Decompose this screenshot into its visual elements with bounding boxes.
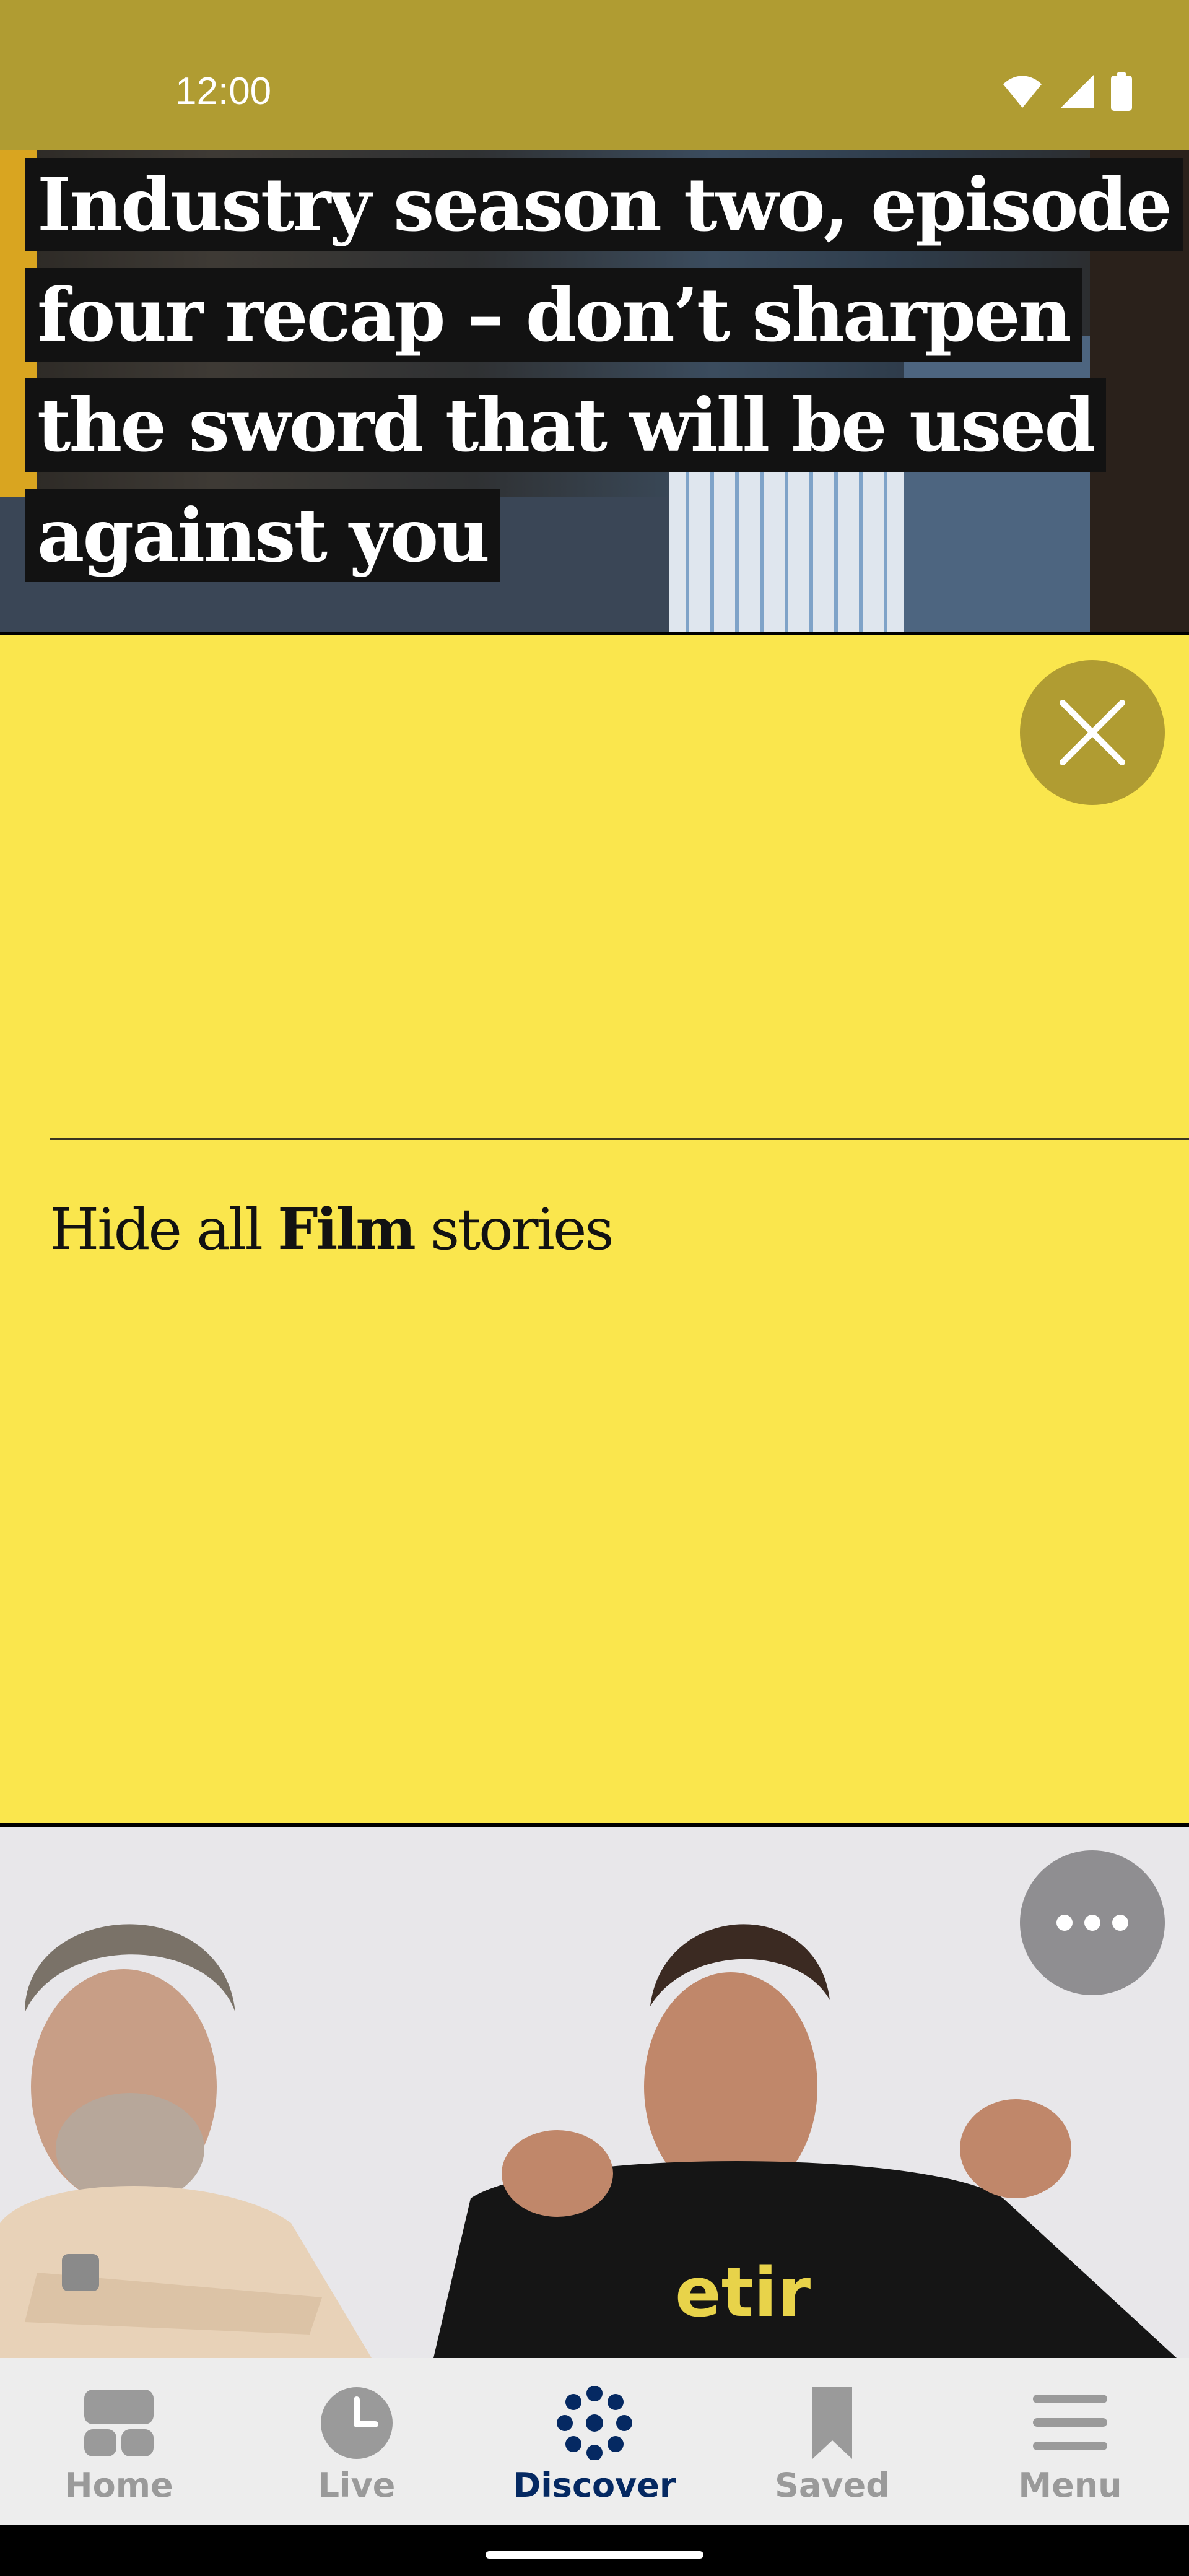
status-bar: 12:00: [0, 0, 1189, 150]
discover-icon: [554, 2383, 635, 2463]
status-time: 12:00: [175, 70, 272, 113]
nav-label-saved: Saved: [775, 2466, 890, 2505]
app-screen: 12:00 Industry season two, episode four …: [0, 0, 1189, 2576]
nav-label-home: Home: [64, 2466, 173, 2505]
hide-film-stories-option[interactable]: Hide all Film stories: [50, 1186, 614, 1273]
bottom-article-card[interactable]: etir: [0, 1827, 1189, 2358]
hide-prefix: Hide all: [50, 1196, 278, 1263]
gesture-area: [0, 2525, 1189, 2576]
shirt-text: etir: [675, 2253, 811, 2332]
nav-label-live: Live: [318, 2466, 396, 2505]
top-article-card[interactable]: Industry season two, episode four recap …: [0, 150, 1189, 632]
menu-icon: [1030, 2383, 1110, 2463]
more-options-button[interactable]: [1020, 1850, 1165, 1995]
nav-label-discover: Discover: [513, 2466, 676, 2505]
wifi-icon: [1003, 76, 1042, 108]
nav-item-home[interactable]: Home: [0, 2358, 238, 2525]
more-options-icon: [1056, 1915, 1128, 1931]
signal-icon: [1060, 75, 1094, 108]
clock-icon: [316, 2383, 397, 2463]
battery-icon: [1111, 72, 1132, 111]
bookmark-icon: [792, 2383, 873, 2463]
article-image: etir: [0, 1827, 1189, 2358]
nav-label-menu: Menu: [1018, 2466, 1122, 2505]
status-icons: [1002, 69, 1132, 114]
bottom-navigation: Home Live Discover Saved Menu: [0, 2358, 1189, 2525]
home-icon: [79, 2383, 159, 2463]
article-headline: Industry season two, episode four recap …: [25, 150, 1183, 591]
close-button[interactable]: [1020, 660, 1165, 805]
nav-item-discover[interactable]: Discover: [476, 2358, 713, 2525]
panel-divider: [50, 1138, 1189, 1140]
hide-topic: Film: [277, 1196, 416, 1263]
hide-suffix: stories: [414, 1196, 614, 1263]
nav-item-menu[interactable]: Menu: [951, 2358, 1189, 2525]
nav-item-saved[interactable]: Saved: [713, 2358, 951, 2525]
close-icon: [1060, 700, 1125, 765]
gesture-handle[interactable]: [486, 2551, 703, 2559]
nav-item-live[interactable]: Live: [238, 2358, 476, 2525]
